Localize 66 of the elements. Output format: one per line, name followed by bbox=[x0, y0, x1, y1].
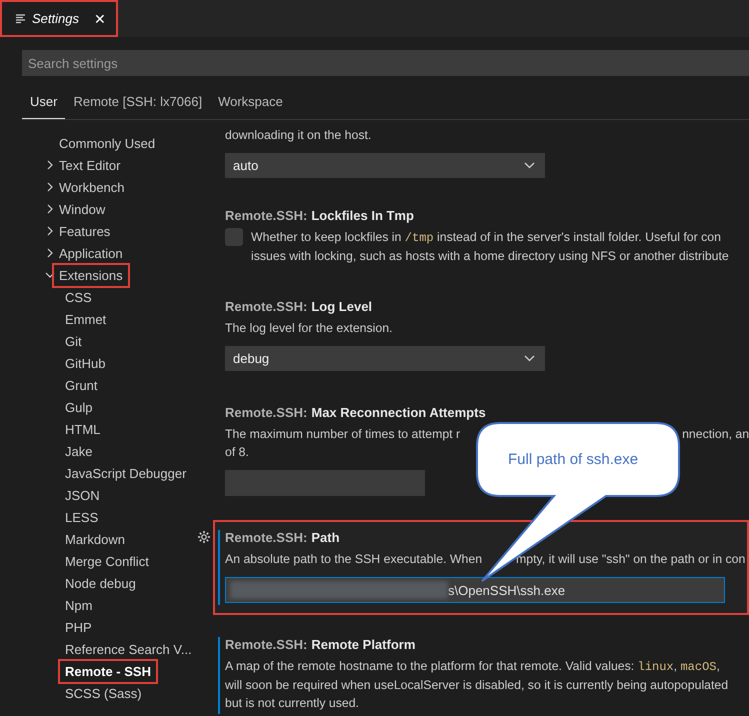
tree-item[interactable]: Emmet bbox=[58, 306, 114, 332]
description-fragment: An absolute path to the SSH executable. When bbox=[225, 552, 482, 566]
tree-item[interactable]: PHP bbox=[58, 614, 99, 640]
editor-tab[interactable]: Settings ✕ bbox=[0, 0, 118, 37]
tree-item[interactable]: JavaScript Debugger bbox=[58, 460, 194, 486]
chevron-right-icon[interactable] bbox=[45, 248, 55, 258]
tree-item[interactable]: Grunt bbox=[58, 372, 105, 398]
setting-title: Remote.SSH: Path bbox=[225, 530, 341, 545]
tree-item[interactable]: Workbench bbox=[52, 174, 132, 200]
tree-item[interactable]: Gulp bbox=[58, 394, 100, 420]
tree-item[interactable]: Features bbox=[52, 218, 118, 244]
dropdown[interactable]: auto bbox=[225, 153, 545, 178]
text-field[interactable]: s\OpenSSH\ssh.exe bbox=[225, 577, 725, 603]
tree-item[interactable]: Window bbox=[52, 196, 112, 222]
description-fragment: nnection, an bbox=[682, 427, 749, 441]
setting-description: of 8. bbox=[225, 444, 249, 461]
setting-title: Remote.SSH: Max Reconnection Attempts bbox=[225, 405, 487, 420]
dropdown[interactable]: debug bbox=[225, 346, 545, 371]
callout-text: Full path of ssh.exe bbox=[508, 451, 638, 468]
tree-item[interactable]: Merge Conflict bbox=[58, 548, 156, 574]
gear-icon[interactable] bbox=[197, 530, 211, 544]
tree-item[interactable]: CSS bbox=[58, 284, 99, 310]
tree-item[interactable]: Git bbox=[58, 328, 89, 354]
tree-item[interactable]: Commonly Used bbox=[52, 130, 162, 156]
tree-item[interactable]: Text Editor bbox=[52, 152, 128, 178]
tree-item[interactable]: Jake bbox=[58, 438, 100, 464]
setting-description: will soon be required when useLocalServer is disabled, so it is currently being autopopulated bbox=[225, 677, 728, 694]
tree-item[interactable]: Node debug bbox=[58, 570, 143, 596]
tree-item[interactable]: Application bbox=[52, 240, 130, 266]
description-fragment: mpty, it will use "ssh" on the path or in con bbox=[516, 552, 746, 566]
setting-description: A map of the remote hostname to the platform for that remote. Valid values: linux, macOS, bbox=[225, 658, 720, 676]
tree-item[interactable]: JSON bbox=[58, 482, 107, 508]
setting-title: Remote.SSH: Lockfiles In Tmp bbox=[225, 208, 415, 223]
close-button[interactable]: ✕ bbox=[94, 10, 106, 26]
setting-description: downloading it on the host. bbox=[225, 127, 372, 144]
chevron-right-icon[interactable] bbox=[45, 204, 55, 214]
chevron-down-icon[interactable] bbox=[45, 270, 55, 280]
tree-item[interactable]: Remote - SSH bbox=[58, 658, 158, 684]
setting-title: Remote.SSH: Log Level bbox=[225, 299, 374, 314]
setting-description: issues with locking, such as hosts with a home directory using NFS or another distribute bbox=[251, 248, 729, 265]
tree-item[interactable]: Reference Search V... bbox=[58, 636, 199, 662]
tree-item[interactable]: Extensions bbox=[52, 262, 130, 288]
chevron-right-icon[interactable] bbox=[45, 182, 55, 192]
setting-description: but is not currently used. bbox=[225, 695, 359, 712]
setting-description: Whether to keep lockfiles in /tmp instead of in the server's install folder. Useful for con bbox=[251, 229, 721, 247]
tree-item[interactable]: SCSS (Sass) bbox=[58, 680, 149, 706]
tree-item[interactable]: Npm bbox=[58, 592, 100, 618]
tree-item[interactable]: HTML bbox=[58, 416, 108, 442]
scope-tab[interactable]: Remote [SSH: lx7066] bbox=[65, 88, 210, 119]
tree-item[interactable]: LESS bbox=[58, 504, 106, 530]
chevron-down-icon bbox=[524, 162, 535, 169]
setting-description: The log level for the extension. bbox=[225, 320, 392, 337]
setting-title: Remote.SSH: Remote Platform bbox=[225, 637, 416, 652]
document-lines-icon bbox=[16, 14, 26, 24]
tab-title: Settings bbox=[32, 11, 80, 26]
chevron-right-icon[interactable] bbox=[45, 226, 55, 236]
text-field[interactable] bbox=[225, 470, 425, 496]
chevron-right-icon[interactable] bbox=[45, 160, 55, 170]
tree-item[interactable]: Markdown bbox=[58, 526, 132, 552]
description-fragment: The maximum number of times to attempt r bbox=[225, 427, 460, 441]
search-field[interactable]: Search settings bbox=[22, 50, 749, 76]
scope-tab[interactable]: User bbox=[22, 88, 66, 119]
scope-tab[interactable]: Workspace bbox=[210, 88, 291, 119]
chevron-down-icon bbox=[524, 355, 535, 362]
tree-item[interactable]: GitHub bbox=[58, 350, 112, 376]
checkbox[interactable] bbox=[225, 228, 243, 246]
